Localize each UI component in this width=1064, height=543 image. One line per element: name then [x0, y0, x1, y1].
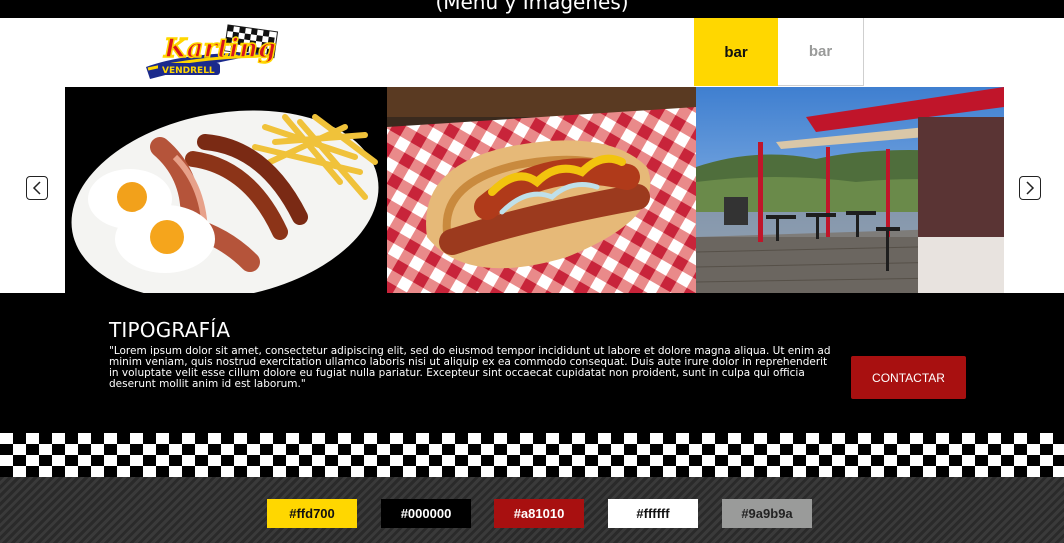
swatch-red: #a81010	[494, 499, 584, 528]
section-title: TIPOGRAFÍA	[109, 318, 231, 342]
top-strip: (Menú y Imágenes)	[0, 0, 1064, 18]
swatch-yellow: #ffd700	[267, 499, 357, 528]
contact-button[interactable]: CONTACTAR	[851, 356, 966, 399]
swatch-black: #000000	[381, 499, 471, 528]
svg-text:VENDRELL: VENDRELL	[162, 66, 215, 76]
nav-tab-label: bar	[724, 43, 748, 61]
nav-tab-bar[interactable]: bar	[778, 18, 864, 86]
swatch-grey: #9a9b9a	[722, 499, 812, 528]
top-strip-text: (Menú y Imágenes)	[435, 0, 629, 14]
nav-tab-label: bar	[808, 43, 833, 60]
swatch-white: #ffffff	[608, 499, 698, 528]
breakfast-plate-photo	[65, 87, 387, 293]
checkered-flag-band	[0, 433, 1064, 477]
contact-button-label: CONTACTAR	[872, 370, 945, 385]
swatch-label: #000000	[400, 506, 452, 521]
chevron-right-icon	[1026, 181, 1035, 195]
info-section: TIPOGRAFÍA "Lorem ipsum dolor sit amet, …	[0, 293, 1064, 433]
header: Karting VENDRELL bar bar	[0, 18, 1064, 87]
swatch-label: #ffffff	[636, 506, 670, 521]
carousel-prev-button[interactable]	[26, 176, 48, 200]
chevron-left-icon	[32, 181, 41, 195]
nav-tab-bar-active[interactable]: bar	[694, 18, 778, 86]
karting-vendrell-logo[interactable]: Karting VENDRELL	[140, 23, 285, 79]
svg-text:Karting: Karting	[163, 34, 276, 64]
color-palette-footer: #ffd700 #000000 #a81010 #ffffff #9a9b9a	[0, 477, 1064, 543]
terrace-photo	[696, 87, 1004, 293]
swatch-label: #9a9b9a	[741, 506, 793, 521]
swatch-label: #ffd700	[289, 506, 335, 521]
hotdog-photo	[387, 87, 696, 293]
carousel-next-button[interactable]	[1019, 176, 1041, 200]
swatch-label: #a81010	[513, 506, 565, 521]
section-body-text: "Lorem ipsum dolor sit amet, consectetur…	[109, 345, 831, 390]
image-carousel	[0, 87, 1064, 293]
